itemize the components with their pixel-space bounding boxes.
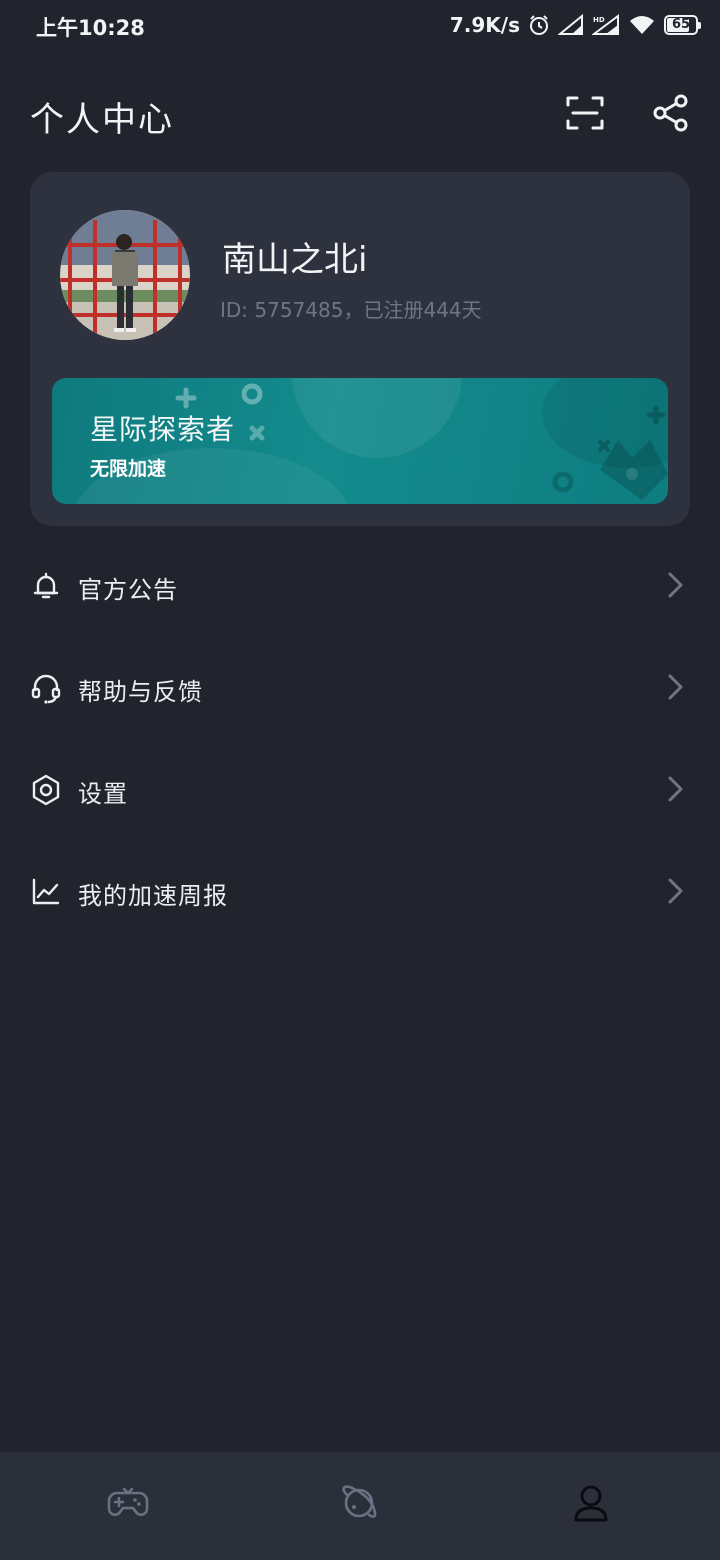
battery-icon: 65	[664, 15, 701, 35]
page-title: 个人中心	[30, 100, 174, 140]
menu-item-label: 设置	[78, 780, 128, 808]
user-icon	[574, 1485, 608, 1522]
menu-item-settings[interactable]: 设置	[0, 748, 720, 828]
headset-icon	[31, 674, 61, 704]
alarm-icon	[530, 15, 548, 35]
hd-signal-icon: HD	[592, 14, 619, 35]
menu-item-help-feedback[interactable]: 帮助与反馈	[0, 646, 720, 726]
bottom-navigation	[0, 1452, 720, 1560]
battery-level: 65	[671, 17, 691, 32]
membership-title: 星际探索者	[90, 413, 236, 446]
menu-item-label: 官方公告	[78, 576, 178, 604]
network-speed: 7.9K/s	[449, 13, 520, 37]
menu-item-weekly-report[interactable]: 我的加速周报	[0, 850, 720, 930]
svg-text:HD: HD	[593, 16, 605, 24]
chevron-right-icon	[668, 572, 683, 598]
status-icons: 7.9K/s HD 65	[449, 12, 701, 38]
scan-icon	[566, 96, 604, 130]
profile-card: 南山之北i ID: 5757485，已注册444天 星际探索者 无限加速	[30, 172, 690, 526]
status-bar: 上午10:28 7.9K/s HD 65	[0, 0, 720, 50]
membership-subtitle: 无限加速	[90, 458, 167, 480]
nav-explore[interactable]	[336, 1480, 382, 1526]
chevron-right-icon	[668, 674, 683, 700]
share-button[interactable]	[648, 90, 694, 136]
menu-item-label: 我的加速周报	[78, 882, 228, 910]
share-icon	[653, 94, 688, 132]
signal-icon	[558, 14, 583, 35]
bell-icon	[33, 572, 59, 599]
menu-item-label: 帮助与反馈	[78, 678, 203, 706]
chart-icon	[32, 878, 60, 905]
scan-button[interactable]	[562, 90, 608, 136]
menu-item-announcements[interactable]: 官方公告	[0, 544, 720, 624]
avatar[interactable]	[60, 210, 190, 340]
chevron-right-icon	[668, 776, 683, 802]
membership-banner[interactable]: 星际探索者 无限加速	[52, 378, 668, 504]
nav-games[interactable]	[105, 1480, 151, 1526]
username: 南山之北i	[222, 240, 368, 280]
user-id-info: ID: 5757485，已注册444天	[220, 298, 482, 322]
planet-icon	[342, 1485, 377, 1518]
status-time: 上午10:28	[36, 16, 145, 40]
nav-profile[interactable]	[568, 1480, 614, 1526]
gamepad-icon	[107, 1487, 149, 1516]
avatar-photo	[60, 210, 190, 340]
settings-icon	[32, 774, 60, 806]
wifi-icon	[630, 16, 654, 34]
chevron-right-icon	[668, 878, 683, 904]
